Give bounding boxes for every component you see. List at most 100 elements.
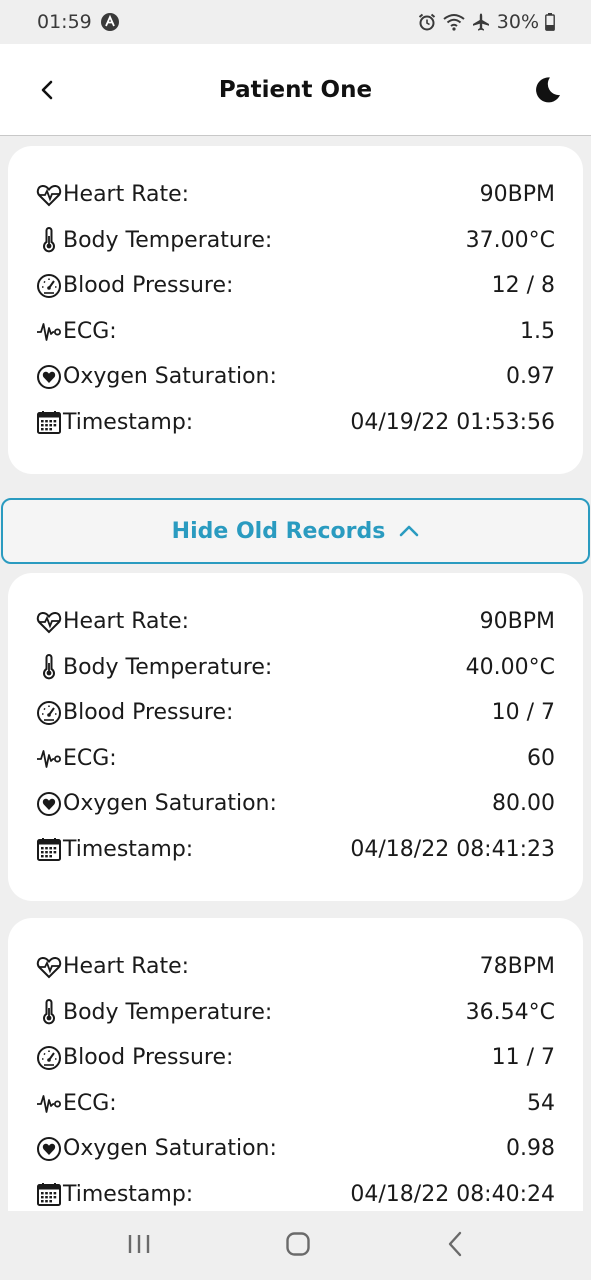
hide-old-records-label: Hide Old Records	[171, 518, 386, 544]
heart-rate-value: 90BPM	[479, 609, 555, 635]
thermometer-icon	[36, 227, 62, 253]
heart-rate-label: Heart Rate:	[63, 182, 190, 208]
wifi-icon	[443, 13, 465, 31]
home-button[interactable]	[285, 1231, 311, 1261]
back-button[interactable]	[28, 70, 68, 110]
oxygen-row: Oxygen Saturation: 0.97	[36, 354, 555, 400]
temperature-row: Body Temperature: 40.00°C	[36, 645, 555, 691]
status-bar: 01:59 30%	[0, 0, 591, 44]
heart-rate-value: 90BPM	[479, 182, 555, 208]
ecg-icon	[36, 1090, 62, 1116]
records-list[interactable]: Heart Rate: 90BPM Body Temperature: 37.0…	[0, 137, 591, 1211]
gauge-icon	[36, 273, 62, 299]
timestamp-value: 04/19/22 01:53:56	[350, 409, 555, 435]
temperature-value: 37.00°C	[465, 227, 555, 253]
blood-pressure-label: Blood Pressure:	[63, 1045, 234, 1071]
ecg-row: ECG: 1.5	[36, 309, 555, 355]
chevron-up-icon	[400, 525, 419, 537]
blood-pressure-row: Blood Pressure: 11 / 7	[36, 1035, 555, 1081]
blood-pressure-label: Blood Pressure:	[63, 273, 234, 299]
status-right: 30%	[417, 11, 555, 33]
heart-circle-icon	[36, 364, 62, 390]
timestamp-row: Timestamp: 04/18/22 08:41:23	[36, 827, 555, 873]
ecg-value: 54	[527, 1090, 555, 1116]
temperature-row: Body Temperature: 36.54°C	[36, 990, 555, 1036]
hide-old-records-button[interactable]: Hide Old Records	[1, 498, 590, 564]
temperature-label: Body Temperature:	[63, 654, 273, 680]
oxygen-value: 0.98	[506, 1136, 555, 1162]
ecg-icon	[36, 318, 62, 344]
oxygen-label: Oxygen Saturation:	[63, 1136, 277, 1162]
record-card: Heart Rate: 90BPM Body Temperature: 37.0…	[8, 146, 583, 474]
timestamp-value: 04/18/22 08:40:24	[350, 1181, 555, 1207]
heart-rate-row: Heart Rate: 90BPM	[36, 599, 555, 645]
airplane-icon	[471, 12, 491, 32]
thermometer-icon	[36, 999, 62, 1025]
heart-circle-icon	[36, 1136, 62, 1162]
app-bar: Patient One	[0, 44, 591, 136]
timestamp-label: Timestamp:	[63, 409, 194, 435]
thermometer-icon	[36, 654, 62, 680]
calendar-icon	[36, 836, 62, 862]
blood-pressure-value: 12 / 8	[491, 273, 555, 299]
temperature-row: Body Temperature: 37.00°C	[36, 218, 555, 264]
timestamp-label: Timestamp:	[63, 836, 194, 862]
heart-rate-icon	[36, 609, 62, 635]
gauge-icon	[36, 1045, 62, 1071]
battery-icon	[545, 13, 555, 31]
heart-rate-row: Heart Rate: 90BPM	[36, 172, 555, 218]
temperature-label: Body Temperature:	[63, 999, 273, 1025]
home-icon	[286, 1231, 311, 1256]
heart-circle-icon	[36, 791, 62, 817]
record-card: Heart Rate: 90BPM Body Temperature: 40.0…	[8, 573, 583, 901]
timestamp-value: 04/18/22 08:41:23	[350, 836, 555, 862]
heart-rate-icon	[36, 182, 62, 208]
gauge-icon	[36, 700, 62, 726]
ecg-value: 1.5	[520, 318, 555, 344]
blood-pressure-value: 10 / 7	[491, 700, 555, 726]
chevron-left-icon	[41, 80, 53, 99]
blood-pressure-row: Blood Pressure: 10 / 7	[36, 690, 555, 736]
timestamp-row: Timestamp: 04/19/22 01:53:56	[36, 400, 555, 446]
timestamp-row: Timestamp: 04/18/22 08:40:24	[36, 1172, 555, 1212]
oxygen-label: Oxygen Saturation:	[63, 791, 277, 817]
heart-rate-icon	[36, 954, 62, 980]
back-nav-icon	[448, 1231, 462, 1256]
oxygen-label: Oxygen Saturation:	[63, 364, 277, 390]
ecg-row: ECG: 60	[36, 736, 555, 782]
temperature-label: Body Temperature:	[63, 227, 273, 253]
system-nav-bar	[0, 1211, 591, 1280]
heart-rate-value: 78BPM	[479, 954, 555, 980]
calendar-icon	[36, 409, 62, 435]
calendar-icon	[36, 1181, 62, 1207]
page-title: Patient One	[218, 76, 373, 103]
ecg-label: ECG:	[63, 1090, 117, 1116]
temperature-value: 40.00°C	[465, 654, 555, 680]
ecg-label: ECG:	[63, 745, 117, 771]
blood-pressure-row: Blood Pressure: 12 / 8	[36, 263, 555, 309]
app-notification-icon	[100, 12, 120, 32]
battery-level: 30%	[496, 11, 539, 33]
oxygen-value: 0.97	[506, 364, 555, 390]
ecg-label: ECG:	[63, 318, 117, 344]
oxygen-row: Oxygen Saturation: 80.00	[36, 781, 555, 827]
heart-rate-label: Heart Rate:	[63, 609, 190, 635]
recents-icon	[128, 1234, 150, 1253]
timestamp-label: Timestamp:	[63, 1181, 194, 1207]
theme-toggle-button[interactable]	[527, 70, 567, 110]
alarm-icon	[417, 12, 437, 32]
heart-rate-row: Heart Rate: 78BPM	[36, 944, 555, 990]
status-time: 01:59	[37, 11, 92, 33]
moon-icon	[536, 76, 560, 102]
status-left: 01:59	[37, 11, 120, 33]
oxygen-value: 80.00	[492, 791, 555, 817]
back-nav-button[interactable]	[446, 1231, 464, 1261]
oxygen-row: Oxygen Saturation: 0.98	[36, 1126, 555, 1172]
blood-pressure-value: 11 / 7	[491, 1045, 555, 1071]
ecg-row: ECG: 54	[36, 1081, 555, 1127]
ecg-icon	[36, 745, 62, 771]
record-card: Heart Rate: 78BPM Body Temperature: 36.5…	[8, 918, 583, 1211]
blood-pressure-label: Blood Pressure:	[63, 700, 234, 726]
recents-button[interactable]	[127, 1233, 151, 1259]
ecg-value: 60	[527, 745, 555, 771]
